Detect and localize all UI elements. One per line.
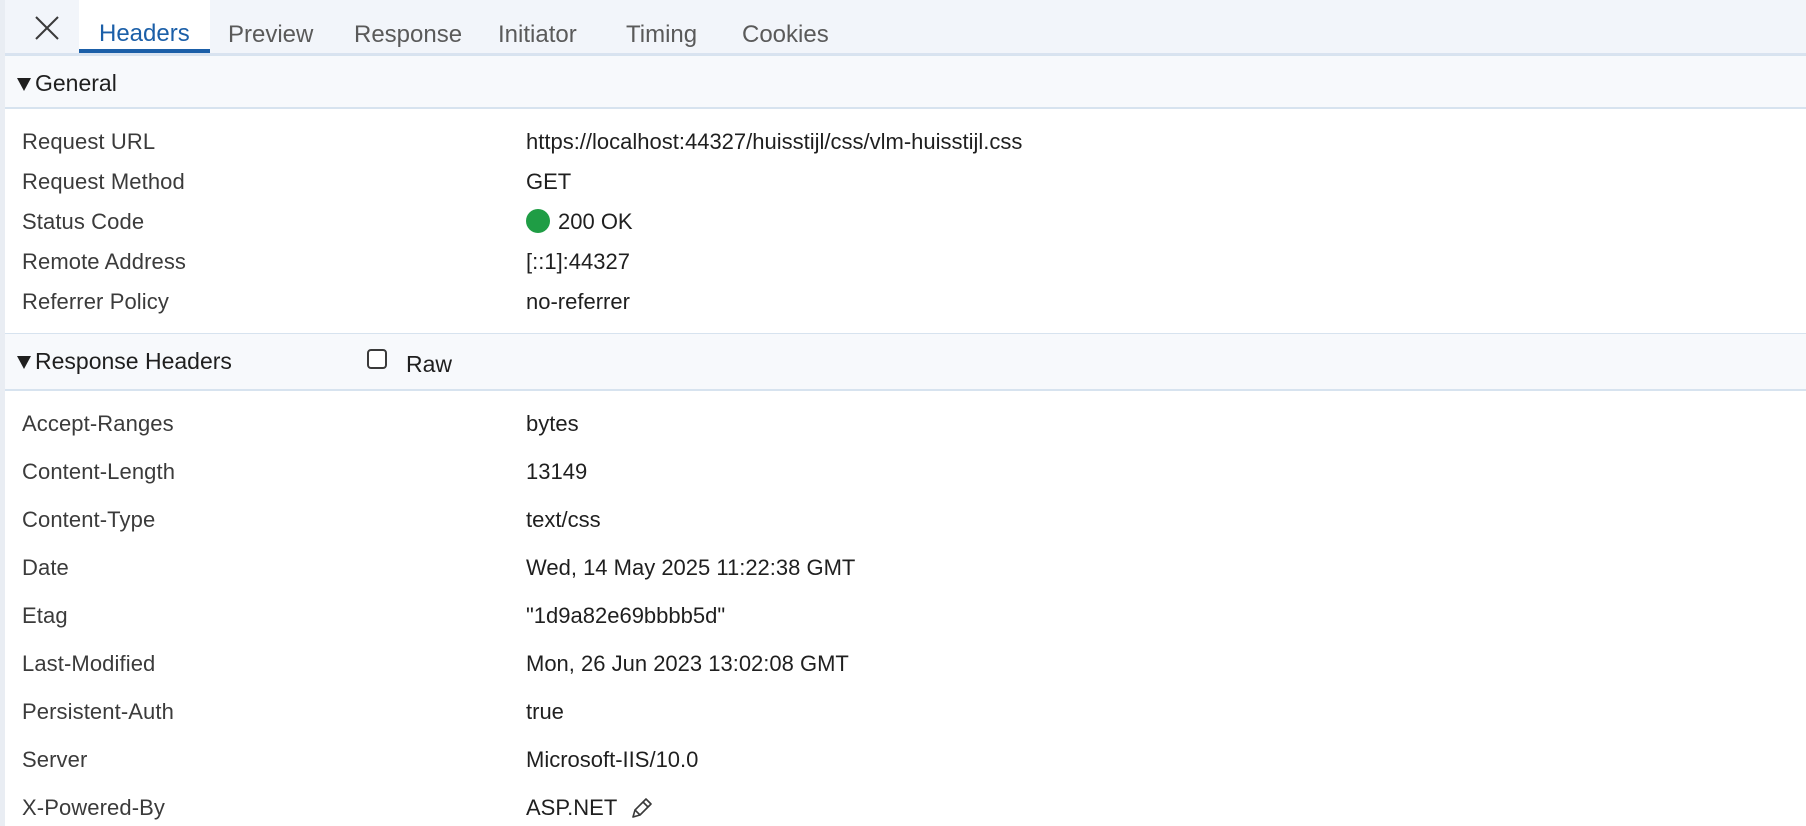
close-icon (35, 16, 59, 40)
response-header-row: Etag "1d9a82e69bbbb5d" (5, 603, 1806, 637)
accept-ranges-value: bytes (526, 411, 579, 436)
etag-value: "1d9a82e69bbbb5d" (526, 603, 726, 628)
general-row: Referrer Policy no-referrer (5, 289, 1806, 323)
response-header-row: Last-Modified Mon, 26 Jun 2023 13:02:08 … (5, 651, 1806, 685)
response-header-row: Server Microsoft-IIS/10.0 (5, 747, 1806, 781)
response-headers-section-header[interactable]: Response Headers Raw (5, 333, 1806, 391)
general-row: Request URL https://localhost:44327/huis… (5, 129, 1806, 163)
response-header-row: X-Powered-By ASP.NET (5, 795, 1806, 826)
header-key: Content-Type (22, 507, 156, 532)
header-value: no-referrer (526, 289, 630, 315)
x-powered-by-value: ASP.NET (526, 795, 618, 820)
close-button[interactable] (30, 11, 64, 45)
header-key: Request URL (22, 129, 156, 154)
triangle-down-icon (17, 78, 31, 91)
persistent-auth-value: true (526, 699, 564, 724)
request-method-value: GET (526, 169, 572, 194)
header-value: GET (526, 169, 571, 195)
header-value: https://localhost:44327/huisstijl/css/vl… (526, 129, 1022, 155)
header-key: X-Powered-By (22, 795, 166, 820)
status-code-value: 200 OK (558, 209, 633, 234)
header-key: Accept-Ranges (22, 411, 174, 436)
raw-checkbox[interactable] (367, 349, 387, 369)
general-section-title: General (35, 70, 117, 96)
date-value: Wed, 14 May 2025 11:22:38 GMT (526, 555, 856, 580)
response-headers-section-title: Response Headers (35, 348, 232, 374)
header-value: Wed, 14 May 2025 11:22:38 GMT (526, 555, 855, 581)
header-value: bytes (526, 411, 579, 437)
last-modified-value: Mon, 26 Jun 2023 13:02:08 GMT (526, 651, 849, 676)
tab-headers[interactable]: Headers (79, 0, 210, 53)
header-value: 13149 (526, 459, 587, 485)
server-value: Microsoft-IIS/10.0 (526, 747, 699, 772)
header-key: Content-Length (22, 459, 176, 484)
triangle-down-icon (17, 356, 31, 369)
header-key: Referrer Policy (22, 289, 169, 314)
request-url-value: https://localhost:44327/huisstijl/css/vl… (526, 129, 1023, 154)
header-value: [::1]:44327 (526, 249, 630, 275)
referrer-policy-value: no-referrer (526, 289, 630, 314)
header-key: Request Method (22, 169, 185, 194)
header-key: Status Code (22, 209, 145, 234)
tab-response[interactable]: Response (354, 0, 462, 55)
response-header-row: Content-Length 13149 (5, 459, 1806, 493)
header-value: "1d9a82e69bbbb5d" (526, 603, 725, 629)
network-request-details-panel: Headers Preview Response Initiator Timin… (0, 0, 1806, 826)
header-value: 200 OK (526, 209, 633, 235)
general-section-header[interactable]: General (5, 55, 1806, 109)
content-length-value: 13149 (526, 459, 588, 484)
header-key: Server (22, 747, 88, 772)
response-header-row: Content-Type text/css (5, 507, 1806, 541)
header-key: Persistent-Auth (22, 699, 174, 724)
general-row: Request Method GET (5, 169, 1806, 203)
header-value: true (526, 699, 564, 725)
tab-cookies[interactable]: Cookies (742, 0, 829, 55)
raw-label[interactable]: Raw (406, 351, 452, 378)
content-type-value: text/css (526, 507, 601, 532)
status-dot-icon (526, 209, 550, 233)
header-key: Remote Address (22, 249, 187, 274)
header-value: Mon, 26 Jun 2023 13:02:08 GMT (526, 651, 849, 677)
tab-preview[interactable]: Preview (228, 0, 313, 55)
general-row: Status Code 200 OK (5, 209, 1806, 243)
response-header-row: Persistent-Auth true (5, 699, 1806, 733)
header-value: Microsoft-IIS/10.0 (526, 747, 698, 773)
header-key: Last-Modified (22, 651, 156, 676)
details-tab-bar: Headers Preview Response Initiator Timin… (5, 0, 1806, 55)
response-header-row: Date Wed, 14 May 2025 11:22:38 GMT (5, 555, 1806, 589)
pencil-icon[interactable] (629, 795, 655, 821)
header-value: text/css (526, 507, 601, 533)
remote-address-value: [::1]:44327 (526, 249, 630, 274)
header-key: Etag (22, 603, 68, 628)
header-value: ASP.NET (526, 795, 655, 821)
tab-initiator[interactable]: Initiator (498, 0, 577, 55)
tab-timing[interactable]: Timing (626, 0, 697, 55)
response-header-row: Accept-Ranges bytes (5, 411, 1806, 445)
header-key: Date (22, 555, 69, 580)
general-row: Remote Address [::1]:44327 (5, 249, 1806, 283)
